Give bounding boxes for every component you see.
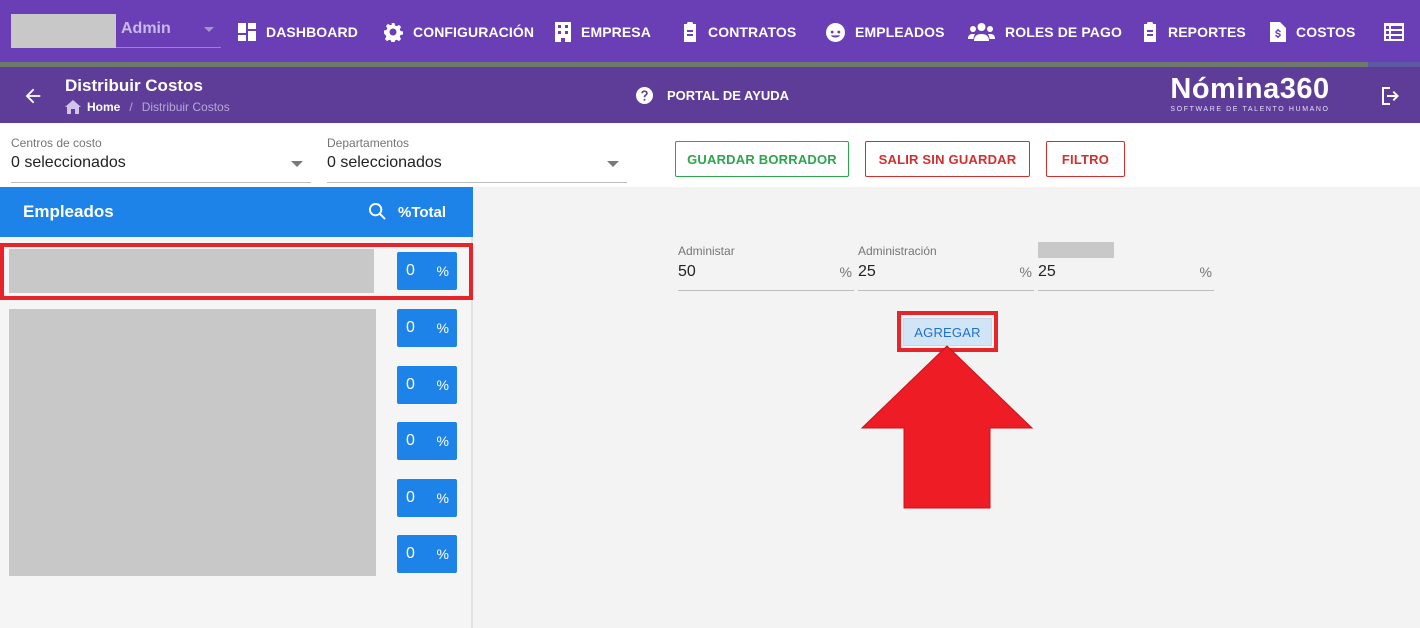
employee-percent-field[interactable]: 0 % <box>397 479 457 517</box>
departamentos-select[interactable]: Departamentos 0 seleccionados <box>327 136 627 183</box>
employee-percent-field[interactable]: 0 % <box>397 535 457 573</box>
home-icon <box>65 100 81 114</box>
nav-reportes-label: REPORTES <box>1168 24 1246 40</box>
dashboard-icon <box>238 23 256 41</box>
percent-unit: % <box>436 263 449 279</box>
percent-value: 0 <box>406 319 415 336</box>
employees-panel-title: Empleados <box>23 202 114 221</box>
chevron-down-icon <box>291 161 303 167</box>
logo: Nómina360 SOFTWARE DE TALENTO HUMANO <box>1160 73 1340 113</box>
cost-center-field-administar[interactable]: Administar 50 % <box>678 244 854 291</box>
invoice-icon <box>1270 22 1286 42</box>
employee-percent-field[interactable]: 0 % <box>397 366 457 404</box>
nav-configuracion-label: CONFIGURACIÓN <box>413 24 535 40</box>
redacted-field-label <box>1038 242 1114 258</box>
field-value: 25 <box>1038 263 1056 280</box>
nav-reportes[interactable]: REPORTES <box>1142 20 1246 44</box>
clipboard-icon <box>1144 22 1156 42</box>
list-icon <box>1384 23 1404 41</box>
departamentos-label: Departamentos <box>327 136 410 150</box>
employee-percent-field[interactable]: 0 % <box>397 309 457 347</box>
top-navbar: Admin DASHBOARD CONFIGURACIÓN EMPRESA CO… <box>0 0 1420 62</box>
nav-configuracion[interactable]: CONFIGURACIÓN <box>383 20 534 44</box>
field-label: Administar <box>678 244 735 258</box>
percent-unit: % <box>436 377 449 393</box>
chevron-down-icon <box>204 27 214 32</box>
nav-costos-label: COSTOS <box>1296 24 1356 40</box>
nav-empleados[interactable]: EMPLEADOS <box>826 20 945 44</box>
breadcrumb-home[interactable]: Home <box>87 100 120 114</box>
centros-de-costo-value: 0 seleccionados <box>11 154 126 171</box>
breadcrumb-separator: / <box>129 100 133 114</box>
page-title: Distribuir Costos <box>65 76 203 95</box>
logo-tagline: SOFTWARE DE TALENTO HUMANO <box>1170 106 1330 113</box>
total-percent-label: %Total <box>398 204 447 221</box>
percent-unit: % <box>436 433 449 449</box>
clipboard-icon <box>684 22 696 42</box>
cost-center-field-administracion[interactable]: Administración 25 % <box>858 244 1034 291</box>
field-unit: % <box>1019 264 1032 280</box>
help-icon <box>636 87 653 104</box>
field-unit: % <box>839 264 852 280</box>
help-portal-label: PORTAL DE AYUDA <box>667 88 790 103</box>
percent-unit: % <box>436 320 449 336</box>
nav-contratos[interactable]: CONTRATOS <box>682 20 796 44</box>
employee-percent-field[interactable]: 0 % <box>397 252 457 290</box>
nav-costos[interactable]: COSTOS <box>1270 20 1355 44</box>
centros-de-costo-label: Centros de costo <box>11 136 102 150</box>
nav-more[interactable] <box>1384 20 1414 44</box>
building-icon <box>555 22 571 42</box>
field-unit: % <box>1199 264 1212 280</box>
chevron-down-icon <box>607 161 619 167</box>
gear-icon <box>384 23 403 42</box>
people-icon <box>968 23 995 41</box>
centros-de-costo-select[interactable]: Centros de costo 0 seleccionados <box>11 136 311 183</box>
percent-value: 0 <box>406 376 415 393</box>
employees-panel: Empleados %Total 0 % 0 % 0 % 0 % 0 % 0 % <box>0 187 473 628</box>
percent-value: 0 <box>406 262 415 279</box>
nav-empresa[interactable]: EMPRESA <box>555 20 651 44</box>
guardar-borrador-button[interactable]: GUARDAR BORRADOR <box>675 141 849 177</box>
percent-value: 0 <box>406 489 415 506</box>
nav-roles-de-pago[interactable]: ROLES DE PAGO <box>968 20 1122 44</box>
redacted-employee-list <box>9 309 376 576</box>
redacted-employee-name <box>9 249 374 293</box>
logo-brand: Nómina360 <box>1170 73 1330 105</box>
user-selector[interactable]: Admin <box>11 14 221 48</box>
percent-unit: % <box>436 490 449 506</box>
nav-contratos-label: CONTRATOS <box>708 24 797 40</box>
departamentos-value: 0 seleccionados <box>327 154 442 171</box>
employees-panel-header: Empleados %Total <box>0 187 473 237</box>
face-icon <box>826 22 845 42</box>
employee-percent-field[interactable]: 0 % <box>397 422 457 460</box>
user-role: Admin <box>121 20 171 37</box>
field-value: 25 <box>858 263 876 280</box>
page-header: Distribuir Costos Home / Distribuir Cost… <box>0 67 1420 123</box>
nav-dashboard[interactable]: DASHBOARD <box>238 20 358 44</box>
cost-center-field-redacted[interactable]: 25 % <box>1038 242 1214 291</box>
agregar-button[interactable]: AGREGAR <box>903 318 992 346</box>
up-arrow-annotation-icon <box>860 345 1034 509</box>
breadcrumb-current: Distribuir Costos <box>141 100 230 114</box>
nav-dashboard-label: DASHBOARD <box>266 24 358 40</box>
filtro-button[interactable]: FILTRO <box>1046 141 1125 177</box>
back-arrow-icon[interactable] <box>22 85 44 107</box>
percent-value: 0 <box>406 432 415 449</box>
redacted-username <box>11 14 116 48</box>
field-value: 50 <box>678 263 696 280</box>
nav-empleados-label: EMPLEADOS <box>855 24 945 40</box>
filter-bar: Centros de costo 0 seleccionados Departa… <box>0 123 1420 187</box>
percent-value: 0 <box>406 545 415 562</box>
percent-unit: % <box>436 546 449 562</box>
breadcrumb: Home / Distribuir Costos <box>65 100 230 114</box>
salir-sin-guardar-button[interactable]: SALIR SIN GUARDAR <box>865 141 1030 177</box>
search-icon[interactable] <box>368 202 387 221</box>
nav-empresa-label: EMPRESA <box>581 24 651 40</box>
help-portal-link[interactable]: PORTAL DE AYUDA <box>636 87 789 104</box>
nav-roles-de-pago-label: ROLES DE PAGO <box>1005 24 1122 40</box>
field-label: Administración <box>858 244 937 258</box>
logout-icon[interactable] <box>1380 86 1400 106</box>
